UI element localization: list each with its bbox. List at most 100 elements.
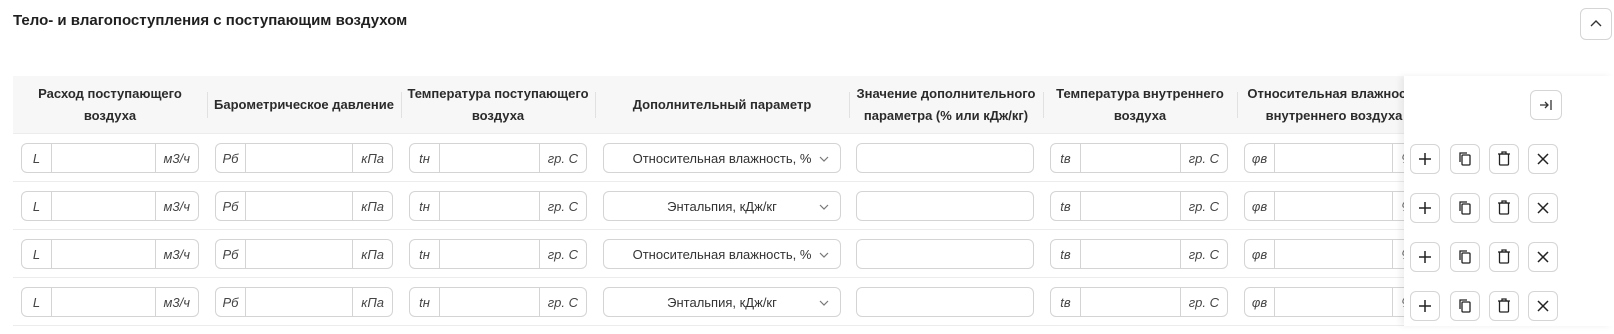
flow-unit: м3/ч bbox=[154, 288, 198, 316]
table-row: L м3/ч Рб кПа tн гр. С Энтальпия, кДж/кг… bbox=[13, 182, 1614, 230]
temp-in-field[interactable]: tн гр. С bbox=[409, 287, 587, 317]
extra-param-select[interactable]: Относительная влажность, % bbox=[603, 239, 841, 269]
delete-row-button[interactable] bbox=[1489, 144, 1519, 174]
copy-row-button[interactable] bbox=[1450, 242, 1480, 272]
pin-column-button[interactable] bbox=[1530, 90, 1562, 120]
pressure-prefix: Рб bbox=[216, 144, 246, 172]
humidity-int-prefix: φв bbox=[1245, 192, 1275, 220]
pressure-input[interactable] bbox=[246, 144, 352, 172]
temp-int-unit: гр. С bbox=[1179, 240, 1227, 268]
temp-int-input[interactable] bbox=[1081, 288, 1180, 316]
flow-field[interactable]: L м3/ч bbox=[21, 239, 199, 269]
add-row-button[interactable] bbox=[1410, 144, 1440, 174]
humidity-int-field[interactable]: φв % bbox=[1244, 287, 1422, 317]
pressure-field[interactable]: Рб кПа bbox=[215, 191, 393, 221]
remove-row-button[interactable] bbox=[1528, 291, 1558, 321]
humidity-int-input[interactable] bbox=[1275, 144, 1392, 172]
temp-int-field[interactable]: tв гр. С bbox=[1050, 239, 1228, 269]
extra-param-value: Относительная влажность, % bbox=[632, 246, 812, 262]
flow-prefix: L bbox=[22, 240, 52, 268]
temp-int-field[interactable]: tв гр. С bbox=[1050, 143, 1228, 173]
humidity-int-input[interactable] bbox=[1275, 240, 1392, 268]
pressure-field[interactable]: Рб кПа bbox=[215, 239, 393, 269]
close-icon bbox=[1536, 152, 1550, 166]
col-header-humidity-int: Относительная влажность внутреннего возд… bbox=[1237, 76, 1431, 134]
flow-input[interactable] bbox=[52, 144, 155, 172]
flow-prefix: L bbox=[22, 144, 52, 172]
col-header-flow: Расход поступающего воздуха bbox=[38, 86, 182, 123]
temp-int-field[interactable]: tв гр. С bbox=[1050, 287, 1228, 317]
extra-value-input[interactable] bbox=[856, 191, 1034, 221]
flow-field[interactable]: L м3/ч bbox=[21, 143, 199, 173]
add-row-button[interactable] bbox=[1410, 193, 1440, 223]
temp-in-field[interactable]: tн гр. С bbox=[409, 239, 587, 269]
section-title: Тело- и влагопоступления с поступающим в… bbox=[13, 12, 408, 29]
extra-param-select[interactable]: Относительная влажность, % bbox=[603, 143, 841, 173]
flow-input[interactable] bbox=[52, 192, 155, 220]
humidity-int-field[interactable]: φв % bbox=[1244, 143, 1422, 173]
temp-int-unit: гр. С bbox=[1179, 192, 1227, 220]
remove-row-button[interactable] bbox=[1528, 193, 1558, 223]
pressure-field[interactable]: Рб кПа bbox=[215, 287, 393, 317]
flow-input[interactable] bbox=[52, 240, 155, 268]
temp-in-input[interactable] bbox=[440, 240, 539, 268]
extra-param-value: Относительная влажность, % bbox=[632, 150, 812, 166]
temp-int-input[interactable] bbox=[1081, 240, 1180, 268]
table-header: Расход поступающего воздуха Барометричес… bbox=[13, 76, 1614, 134]
pressure-field[interactable]: Рб кПа bbox=[215, 143, 393, 173]
trash-icon bbox=[1497, 200, 1511, 216]
copy-row-button[interactable] bbox=[1450, 144, 1480, 174]
temp-in-input[interactable] bbox=[440, 288, 539, 316]
temp-in-input[interactable] bbox=[440, 192, 539, 220]
extra-value-input[interactable] bbox=[856, 143, 1034, 173]
temp-in-field[interactable]: tн гр. С bbox=[409, 143, 587, 173]
temp-in-unit: гр. С bbox=[538, 192, 586, 220]
temp-int-input[interactable] bbox=[1081, 192, 1180, 220]
chevron-up-icon bbox=[1589, 17, 1603, 31]
table-row: L м3/ч Рб кПа tн гр. С Относительная вла… bbox=[13, 230, 1614, 278]
remove-row-button[interactable] bbox=[1528, 242, 1558, 272]
extra-value-input[interactable] bbox=[856, 239, 1034, 269]
temp-in-prefix: tн bbox=[410, 192, 440, 220]
col-header-pressure: Барометрическое давление bbox=[207, 76, 401, 134]
flow-prefix: L bbox=[22, 192, 52, 220]
pressure-prefix: Рб bbox=[216, 192, 246, 220]
extra-param-select[interactable]: Энтальпия, кДж/кг bbox=[603, 191, 841, 221]
close-icon bbox=[1536, 299, 1550, 313]
pressure-input[interactable] bbox=[246, 192, 352, 220]
temp-in-input[interactable] bbox=[440, 144, 539, 172]
humidity-int-input[interactable] bbox=[1275, 288, 1392, 316]
extra-value-input[interactable] bbox=[856, 287, 1034, 317]
pressure-prefix: Рб bbox=[216, 240, 246, 268]
copy-row-button[interactable] bbox=[1450, 193, 1480, 223]
humidity-int-input[interactable] bbox=[1275, 192, 1392, 220]
temp-in-prefix: tн bbox=[410, 240, 440, 268]
collapse-button[interactable] bbox=[1580, 8, 1612, 40]
humidity-int-field[interactable]: φв % bbox=[1244, 239, 1422, 269]
flow-field[interactable]: L м3/ч bbox=[21, 191, 199, 221]
pressure-input[interactable] bbox=[246, 288, 352, 316]
flow-input[interactable] bbox=[52, 288, 155, 316]
temp-in-unit: гр. С bbox=[538, 144, 586, 172]
col-header-extra-param: Дополнительный параметр bbox=[595, 76, 849, 134]
copy-row-button[interactable] bbox=[1450, 291, 1480, 321]
remove-row-button[interactable] bbox=[1528, 144, 1558, 174]
flow-prefix: L bbox=[22, 288, 52, 316]
delete-row-button[interactable] bbox=[1489, 242, 1519, 272]
temp-int-unit: гр. С bbox=[1179, 144, 1227, 172]
trash-icon bbox=[1497, 249, 1511, 265]
humidity-int-prefix: φв bbox=[1245, 288, 1275, 316]
extra-param-value: Энтальпия, кДж/кг bbox=[667, 198, 777, 214]
flow-field[interactable]: L м3/ч bbox=[21, 287, 199, 317]
add-row-button[interactable] bbox=[1410, 242, 1440, 272]
flow-unit: м3/ч bbox=[154, 240, 198, 268]
delete-row-button[interactable] bbox=[1489, 193, 1519, 223]
pressure-input[interactable] bbox=[246, 240, 352, 268]
temp-in-field[interactable]: tн гр. С bbox=[409, 191, 587, 221]
delete-row-button[interactable] bbox=[1489, 291, 1519, 321]
add-row-button[interactable] bbox=[1410, 291, 1440, 321]
extra-param-select[interactable]: Энтальпия, кДж/кг bbox=[603, 287, 841, 317]
temp-int-input[interactable] bbox=[1081, 144, 1180, 172]
humidity-int-field[interactable]: φв % bbox=[1244, 191, 1422, 221]
temp-int-field[interactable]: tв гр. С bbox=[1050, 191, 1228, 221]
